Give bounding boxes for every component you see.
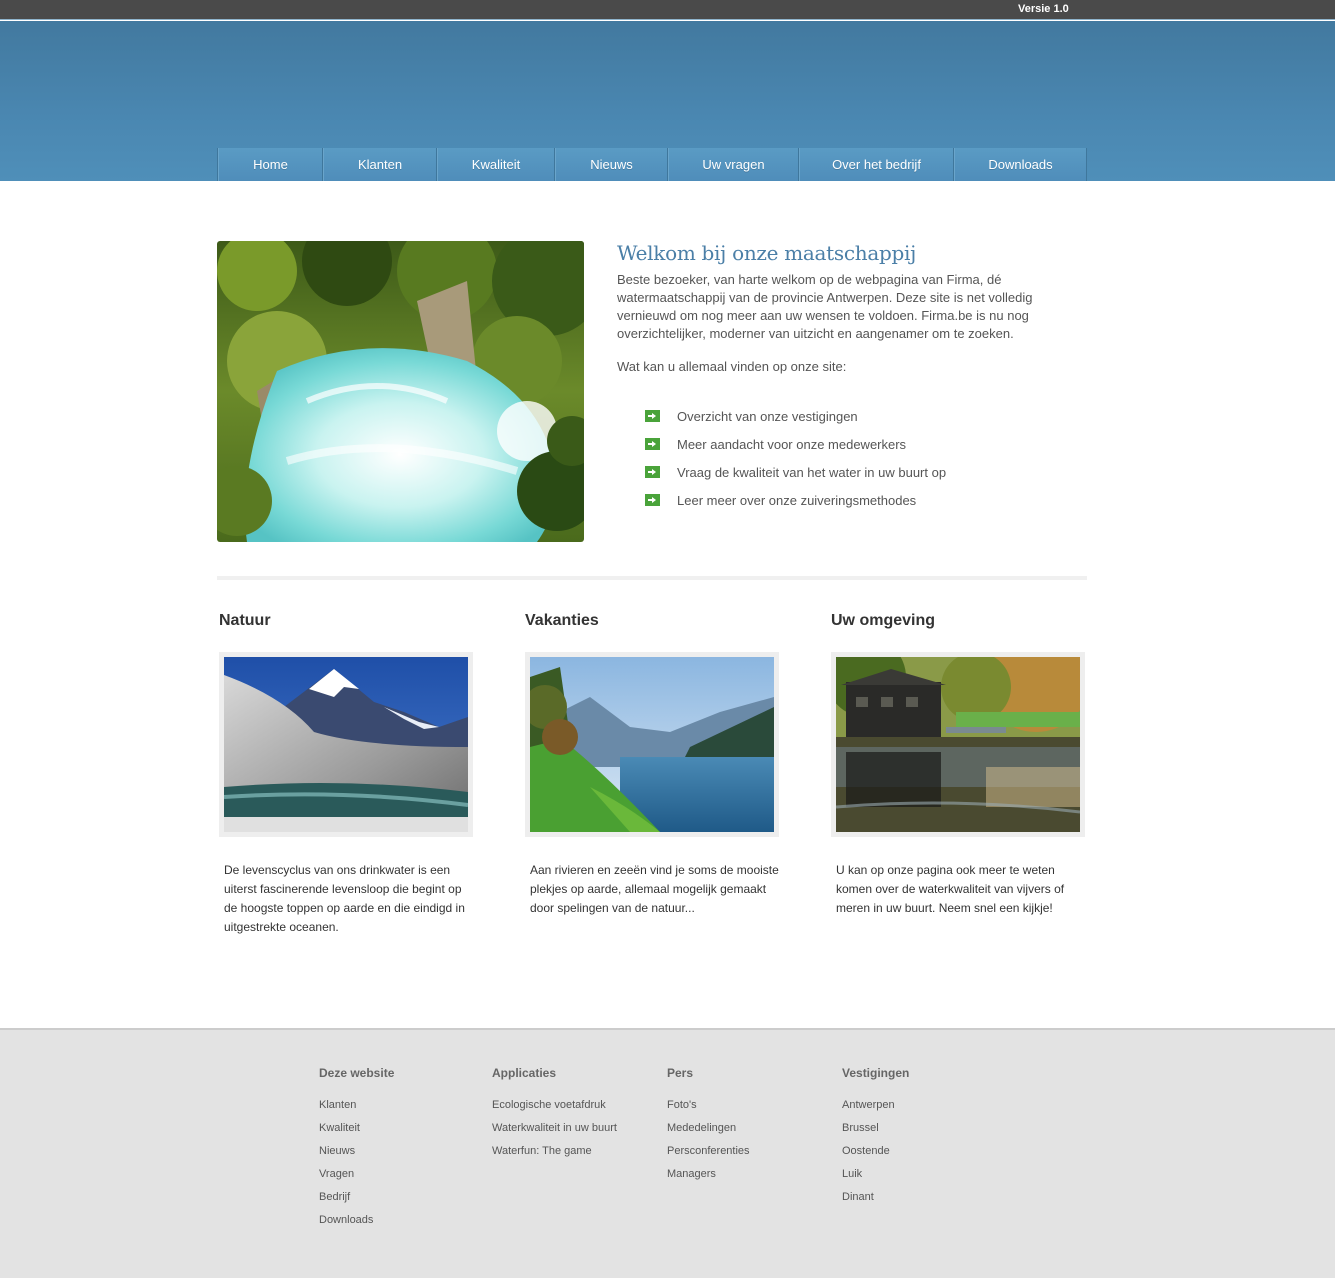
- footer-link-brussel[interactable]: Brussel: [842, 1121, 909, 1144]
- footer-link-antwerpen[interactable]: Antwerpen: [842, 1098, 909, 1121]
- feature-text: Leer meer over onze zuiveringsmethodes: [677, 492, 917, 508]
- nav-home[interactable]: Home: [218, 148, 323, 181]
- footer-col-applicaties: Applicaties Ecologische voetafdruk Water…: [492, 1066, 617, 1167]
- intro-question: Wat kan u allemaal vinden op onze site:: [617, 359, 847, 374]
- nav-kwaliteit[interactable]: Kwaliteit: [437, 148, 555, 181]
- feature-text: Meer aandacht voor onze medewerkers: [677, 436, 907, 452]
- footer-link-klanten[interactable]: Klanten: [319, 1098, 394, 1121]
- main-navigation: Home Klanten Kwaliteit Nieuws Uw vragen …: [217, 148, 1087, 181]
- footer-heading: Pers: [667, 1066, 694, 1080]
- footer-link-persconferenties[interactable]: Persconferenties: [667, 1144, 750, 1167]
- footer-heading: Applicaties: [492, 1066, 557, 1080]
- intro-section: Welkom bij onze maatschappij Beste bezoe…: [617, 241, 1087, 376]
- boathouse-pond-image: [831, 652, 1085, 837]
- site-footer: Deze website Klanten Kwaliteit Nieuws Vr…: [0, 1028, 1335, 1278]
- list-item: Leer meer over onze zuiveringsmethodes: [645, 486, 946, 514]
- footer-link-fotos[interactable]: Foto's: [667, 1098, 750, 1121]
- footer-link-bedrijf[interactable]: Bedrijf: [319, 1190, 394, 1213]
- top-bar: Versie 1.0: [0, 0, 1335, 20]
- intro-title: Welkom bij onze maatschappij: [617, 241, 916, 265]
- footer-col-pers: Pers Foto's Mededelingen Persconferentie…: [667, 1066, 750, 1190]
- column-title: Vakanties: [525, 612, 599, 629]
- list-item: Vraag de kwaliteit van het water in uw b…: [645, 458, 946, 486]
- list-item: Meer aandacht voor onze medewerkers: [645, 430, 946, 458]
- column-title: Uw omgeving: [831, 612, 936, 629]
- arrow-right-icon: [645, 494, 660, 506]
- list-item: Overzicht van onze vestigingen: [645, 402, 946, 430]
- version-label: Versie 1.0: [1018, 3, 1069, 15]
- mountain-glacier-image: [219, 652, 473, 837]
- footer-link-ecologische-voetafdruk[interactable]: Ecologische voetafdruk: [492, 1098, 617, 1121]
- footer-col-vestigingen: Vestigingen Antwerpen Brussel Oostende L…: [842, 1066, 909, 1213]
- lake-landscape-image: [525, 652, 779, 837]
- nav-over-het-bedrijf[interactable]: Over het bedrijf: [799, 148, 954, 181]
- waterfall-image: [217, 241, 584, 542]
- column-text: Aan rivieren en zeeën vind je soms de mo…: [530, 863, 779, 915]
- arrow-right-icon: [645, 466, 660, 478]
- arrow-right-icon: [645, 438, 660, 450]
- footer-link-waterkwaliteit[interactable]: Waterkwaliteit in uw buurt: [492, 1121, 617, 1144]
- footer-link-kwaliteit[interactable]: Kwaliteit: [319, 1121, 394, 1144]
- column-text: De levenscyclus van ons drinkwater is ee…: [224, 863, 465, 934]
- footer-link-dinant[interactable]: Dinant: [842, 1190, 909, 1213]
- footer-heading: Deze website: [319, 1066, 395, 1080]
- nav-downloads[interactable]: Downloads: [954, 148, 1087, 181]
- intro-paragraph: Beste bezoeker, van harte welkom op de w…: [617, 272, 1033, 341]
- footer-link-nieuws[interactable]: Nieuws: [319, 1144, 394, 1167]
- footer-link-vragen[interactable]: Vragen: [319, 1167, 394, 1190]
- footer-link-oostende[interactable]: Oostende: [842, 1144, 909, 1167]
- column-vakanties: Vakanties Aan rivieren en zeeën vind je …: [523, 610, 779, 918]
- feature-text: Overzicht van onze vestigingen: [677, 408, 858, 424]
- column-uw-omgeving: Uw omgeving U kan op onze pagina ook mee…: [829, 610, 1085, 918]
- column-text: U kan op onze pagina ook meer te weten k…: [836, 863, 1065, 915]
- footer-link-waterfun[interactable]: Waterfun: The game: [492, 1144, 617, 1167]
- arrow-right-icon: [645, 410, 660, 422]
- footer-heading: Vestigingen: [842, 1066, 910, 1080]
- section-divider: [217, 576, 1087, 580]
- column-title: Natuur: [219, 612, 271, 629]
- column-natuur: Natuur De levenscyclus van ons drinkwate…: [217, 610, 473, 937]
- footer-link-downloads[interactable]: Downloads: [319, 1213, 394, 1236]
- footer-col-deze-website: Deze website Klanten Kwaliteit Nieuws Vr…: [319, 1066, 394, 1236]
- feature-text: Vraag de kwaliteit van het water in uw b…: [677, 464, 947, 480]
- nav-klanten[interactable]: Klanten: [323, 148, 437, 181]
- footer-link-managers[interactable]: Managers: [667, 1167, 750, 1190]
- nav-nieuws[interactable]: Nieuws: [555, 148, 668, 181]
- footer-link-mededelingen[interactable]: Mededelingen: [667, 1121, 750, 1144]
- nav-uw-vragen[interactable]: Uw vragen: [668, 148, 799, 181]
- footer-link-luik[interactable]: Luik: [842, 1167, 909, 1190]
- feature-list: Overzicht van onze vestigingen Meer aand…: [645, 402, 946, 514]
